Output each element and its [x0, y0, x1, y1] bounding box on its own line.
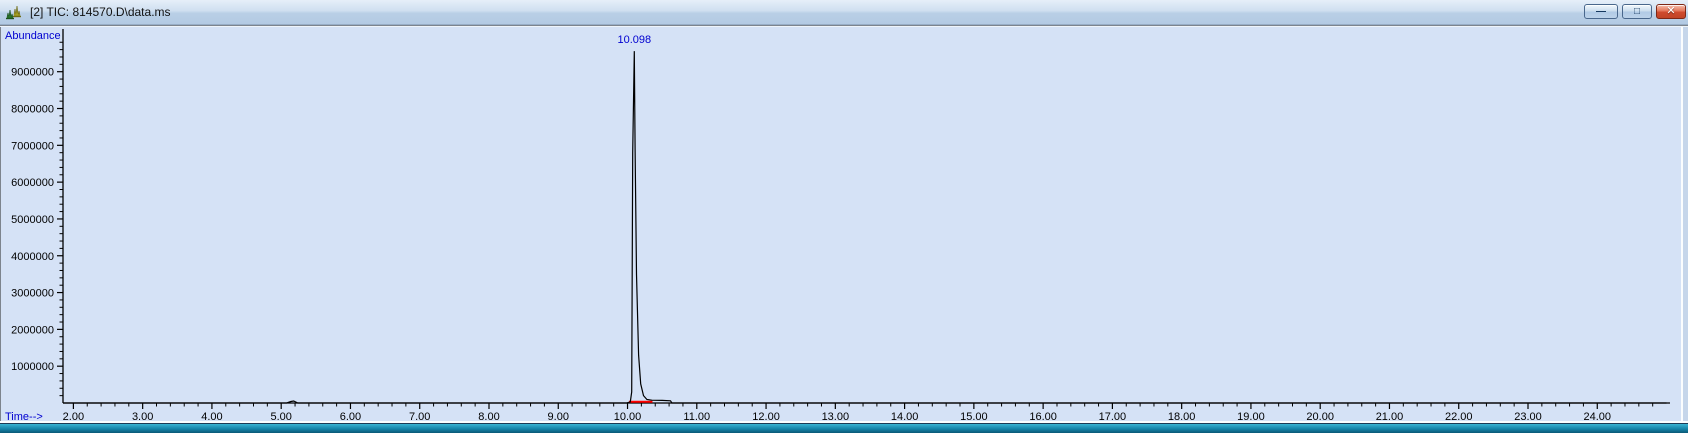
y-tick-label: 9000000 [11, 67, 54, 79]
x-tick-label: 20.00 [1306, 411, 1334, 421]
chromatogram-content: 2.00 3.00 4.00 5.00 6.00 7.00 8.00 9.00 10.00 11.… [0, 27, 1681, 421]
x-tick-label: 5.00 [270, 411, 291, 421]
x-tick-label: 17.00 [1099, 411, 1127, 421]
y-tick-label: 8000000 [11, 104, 54, 116]
x-tick-label: 11.00 [683, 411, 710, 421]
y-axis-label: Abundance [5, 30, 61, 42]
y-tick-label: 2000000 [11, 324, 54, 336]
y-tick-label: 5000000 [11, 214, 54, 226]
window-title: [2] TIC: 814570.D\data.ms [30, 5, 171, 19]
x-tick-label: 21.00 [1376, 411, 1404, 421]
y-tick-label: 1000000 [11, 361, 54, 373]
title-bar[interactable]: [2] TIC: 814570.D\data.ms — □ ✕ [0, 0, 1688, 25]
x-tick-label: 14.00 [891, 411, 919, 421]
x-axis-label: Time--> [5, 411, 43, 421]
x-tick-label: 22.00 [1445, 411, 1473, 421]
x-tick-label: 3.00 [132, 411, 153, 421]
x-tick-label: 15.00 [960, 411, 988, 421]
minimize-icon: — [1596, 5, 1606, 17]
x-tick-label: 8.00 [478, 411, 499, 421]
close-button[interactable]: ✕ [1656, 4, 1686, 19]
x-tick-label: 24.00 [1584, 411, 1612, 421]
x-tick-label: 19.00 [1237, 411, 1265, 421]
y-tick-label: 4000000 [11, 251, 54, 263]
x-tick-label: 10.00 [614, 411, 642, 421]
x-tick-label: 13.00 [822, 411, 850, 421]
x-tick-label: 2.00 [63, 411, 84, 421]
y-tick-label: 3000000 [11, 288, 54, 300]
peak-label: 10.098 [617, 34, 651, 46]
close-icon: ✕ [1666, 5, 1676, 17]
y-tick-label: 7000000 [11, 140, 54, 152]
x-tick-label: 16.00 [1029, 411, 1057, 421]
chromatogram-window: [2] TIC: 814570.D\data.ms — □ ✕ 2.00 3.00… [0, 0, 1688, 433]
maximize-icon: □ [1633, 5, 1641, 17]
chromatogram-icon [6, 5, 21, 20]
y-tick-label: 6000000 [11, 177, 54, 189]
x-tick-label: 9.00 [548, 411, 569, 421]
x-tick-label: 4.00 [201, 411, 222, 421]
x-tick-label: 12.00 [752, 411, 780, 421]
frame-right-glass [1683, 27, 1688, 423]
chromatogram-plot[interactable]: 2.00 3.00 4.00 5.00 6.00 7.00 8.00 9.00 10.00 11.… [3, 27, 1679, 421]
maximize-button[interactable]: □ [1622, 4, 1652, 19]
x-tick-label: 23.00 [1514, 411, 1542, 421]
frame-bottom-edge[interactable] [0, 423, 1688, 433]
tic-trace [63, 51, 1667, 404]
minimize-button[interactable]: — [1584, 4, 1618, 19]
x-tick-label: 18.00 [1168, 411, 1196, 421]
x-tick-label: 7.00 [409, 411, 430, 421]
x-tick-label: 6.00 [340, 411, 361, 421]
